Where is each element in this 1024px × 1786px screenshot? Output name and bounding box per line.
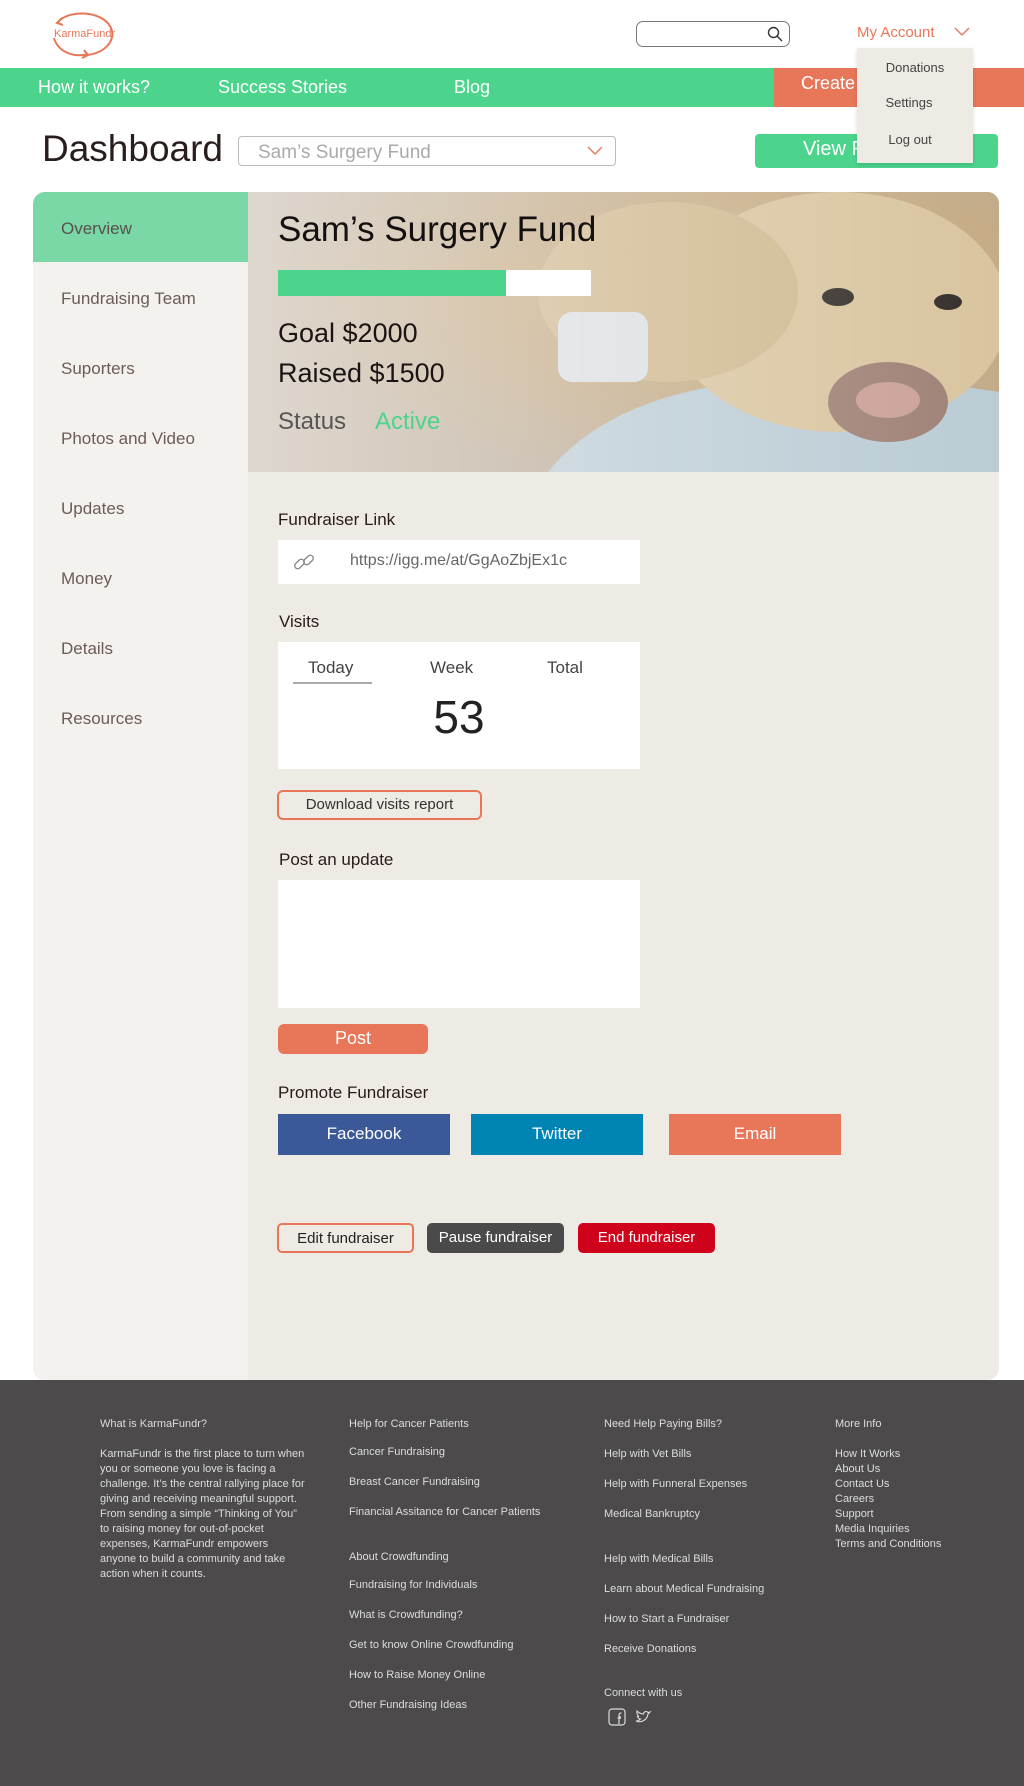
footer-link[interactable]: Cancer Fundraising [349,1446,445,1458]
tab-total[interactable]: Total [547,658,583,678]
fund-select[interactable]: Sam’s Surgery Fund [238,136,616,166]
footer-link[interactable]: What is Crowdfunding? [349,1609,463,1621]
active-tab-indicator [293,682,372,684]
my-account-menu[interactable]: My Account [857,24,935,41]
sidebar-item-updates[interactable]: Updates [33,472,248,542]
footer-link[interactable]: Breast Cancer Fundraising [349,1476,480,1488]
sidebar-item-label: Updates [61,499,125,518]
post-button[interactable]: Post [278,1024,428,1054]
footer-link[interactable]: Need Help Paying Bills? [604,1418,722,1430]
fundraiser-title: Sam’s Surgery Fund [278,210,597,249]
page-title: Dashboard [42,128,224,169]
footer: What is KarmaFundr? KarmaFundr is the fi… [0,1380,1024,1786]
sidebar-item-label: Overview [61,219,132,238]
sidebar-item-photos-video[interactable]: Photos and Video [33,402,248,472]
footer-about-text: KarmaFundr is the first place to turn wh… [100,1448,305,1580]
fund-select-value: Sam’s Surgery Fund [258,142,431,163]
pause-fundraiser-button[interactable]: Pause fundraiser [427,1223,564,1253]
sidebar-item-label: Resources [61,709,143,728]
footer-link[interactable]: Other Fundraising Ideas [349,1699,467,1711]
sidebar-item-supporters[interactable]: Suporters [33,332,248,402]
download-visits-report-button[interactable]: Download visits report [277,790,482,820]
fundraiser-hero: Sam’s Surgery Fund Goal $2000 Raised $15… [248,192,999,472]
visits-panel: Today Week Total 53 [278,642,640,769]
facebook-icon[interactable] [608,1708,626,1726]
tab-week[interactable]: Week [430,658,473,678]
status-label: Status [278,408,347,435]
raised-amount: Raised $1500 [278,358,445,388]
fundraiser-link-label: Fundraiser Link [278,510,396,529]
menu-item-log-out[interactable]: Log out [852,132,968,147]
goal-amount: Goal $2000 [278,318,418,348]
footer-link[interactable]: About Us [835,1462,941,1477]
footer-link[interactable]: Help with Vet Bills [604,1448,691,1460]
account-dropdown: Donations Settings Log out [857,48,973,163]
search-input[interactable] [636,21,790,47]
footer-link[interactable]: How to Raise Money Online [349,1669,485,1681]
footer-link[interactable]: Media Inquiries [835,1522,941,1537]
end-fundraiser-button[interactable]: End fundraiser [578,1223,715,1253]
logo-text: KarmaFundr [54,28,116,40]
facebook-share-button[interactable]: Facebook [278,1114,450,1155]
visits-count: 53 [433,691,485,743]
footer-link[interactable]: Careers [835,1492,941,1507]
footer-link[interactable]: Fundraising for Individuals [349,1579,477,1591]
sidebar-item-label: Suporters [61,359,135,378]
footer-about-heading: What is KarmaFundr? [100,1418,207,1430]
status-badge: Active [375,408,441,435]
sidebar-item-resources[interactable]: Resources [33,682,248,752]
sidebar-item-overview[interactable]: Overview [33,192,248,262]
footer-link[interactable]: Support [835,1507,941,1522]
nav-success-stories[interactable]: Success Stories [218,77,347,98]
twitter-icon[interactable] [634,1708,652,1726]
fundraiser-link-field[interactable]: https://igg.me/at/GgAoZbjEx1c [278,540,640,584]
footer-link[interactable]: About Crowdfunding [349,1551,449,1563]
footer-link[interactable]: Receive Donations [604,1643,696,1655]
sidebar-item-money[interactable]: Money [33,542,248,612]
nav-blog[interactable]: Blog [454,77,490,98]
menu-item-settings[interactable]: Settings [851,95,967,110]
footer-link[interactable]: Help with Medical Bills [604,1553,713,1565]
footer-link[interactable]: Medical Bankruptcy [604,1508,700,1520]
sidebar-item-label: Details [61,639,113,658]
sidebar: Overview Fundraising Team Suporters Phot… [33,192,248,1380]
logo[interactable]: KarmaFundr [48,8,118,60]
footer-link[interactable]: Help with Funneral Expenses [604,1478,747,1490]
footer-link[interactable]: Get to know Online Crowdfunding [349,1639,513,1651]
visits-label: Visits [279,612,320,631]
edit-fundraiser-button[interactable]: Edit fundraiser [277,1223,414,1253]
fundraiser-link-url[interactable]: https://igg.me/at/GgAoZbjEx1c [350,552,567,570]
footer-link[interactable]: Contact Us [835,1477,941,1492]
sidebar-item-fundraising-team[interactable]: Fundraising Team [33,262,248,332]
link-icon [294,554,314,570]
connect-label: Connect with us [604,1687,683,1699]
sidebar-item-label: Photos and Video [61,429,195,448]
chevron-down-icon[interactable] [954,27,970,37]
tab-today[interactable]: Today [308,658,353,678]
chevron-down-icon[interactable] [587,146,603,156]
search-icon[interactable] [767,26,783,42]
footer-link[interactable]: Help for Cancer Patients [349,1418,469,1430]
footer-link[interactable]: How to Start a Fundraiser [604,1613,729,1625]
footer-link[interactable]: Financial Assitance for Cancer Patients [349,1506,540,1518]
more-info-heading: More Info [835,1418,882,1430]
footer-link[interactable]: How It Works [835,1447,941,1462]
sidebar-item-label: Fundraising Team [61,289,196,308]
sidebar-item-details[interactable]: Details [33,612,248,682]
promote-label: Promote Fundraiser [278,1083,429,1102]
footer-link[interactable]: Terms and Conditions [835,1537,941,1552]
twitter-share-button[interactable]: Twitter [471,1114,643,1155]
post-update-label: Post an update [279,850,394,869]
menu-item-donations[interactable]: Donations [857,60,973,75]
progress-bar [278,270,591,296]
dashboard-panel: Overview Fundraising Team Suporters Phot… [33,192,999,1380]
progress-fill [278,270,507,296]
update-textarea[interactable] [278,880,640,1008]
email-share-button[interactable]: Email [669,1114,841,1155]
footer-link[interactable]: Learn about Medical Fundraising [604,1583,764,1595]
more-info-links: How It Works About Us Contact Us Careers… [835,1447,941,1552]
nav-how-it-works[interactable]: How it works? [38,77,150,98]
sidebar-item-label: Money [61,569,113,588]
